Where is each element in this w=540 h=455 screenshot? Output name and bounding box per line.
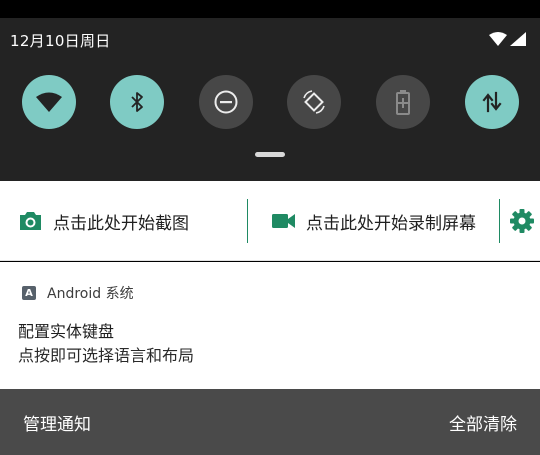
manage-notifications-button[interactable]: 管理通知: [23, 410, 91, 435]
gear-icon: [510, 209, 534, 233]
wifi-signal-icon: [489, 32, 507, 46]
notification-card[interactable]: A Android 系统 配置实体键盘 点按即可选择语言和布局: [0, 262, 540, 389]
video-camera-icon: [272, 214, 295, 228]
drag-handle[interactable]: [255, 152, 285, 157]
auto-rotate-icon: [303, 90, 325, 114]
screenshot-action[interactable]: 点击此处开始截图: [18, 181, 189, 261]
screen-record-label: 点击此处开始录制屏幕: [306, 213, 476, 234]
divider: [499, 199, 500, 243]
date-label: 12月10日周日: [10, 32, 111, 50]
screenshot-label: 点击此处开始截图: [53, 213, 189, 234]
notification-header: A Android 系统: [22, 283, 134, 303]
bluetooth-icon: [131, 92, 143, 112]
app-name: Android 系统: [47, 286, 134, 302]
divider: [247, 199, 248, 243]
wifi-tile[interactable]: [22, 75, 76, 129]
do-not-disturb-tile[interactable]: [199, 75, 253, 129]
battery-saver-tile[interactable]: [376, 75, 430, 129]
cell-signal-icon: [510, 32, 526, 46]
android-app-icon: A: [22, 286, 36, 300]
clear-all-button[interactable]: 全部清除: [449, 410, 517, 435]
notification-footer: 管理通知 全部清除: [0, 389, 540, 455]
auto-rotate-tile[interactable]: [287, 75, 341, 129]
do-not-disturb-icon: [214, 90, 238, 114]
top-edge: [0, 0, 540, 18]
screen-record-action[interactable]: 点击此处开始录制屏幕: [271, 181, 476, 261]
wifi-icon: [36, 92, 62, 112]
mobile-data-tile[interactable]: [465, 75, 519, 129]
notification-body: 点按即可选择语言和布局: [18, 346, 195, 365]
bluetooth-tile[interactable]: [110, 75, 164, 129]
mobile-data-icon: [482, 91, 502, 113]
battery-saver-icon: [396, 90, 410, 115]
screen-actions-row: 点击此处开始截图 点击此处开始录制屏幕: [0, 181, 540, 261]
status-icons: [488, 31, 528, 47]
settings-button[interactable]: [509, 181, 535, 261]
notification-title: 配置实体键盘: [18, 322, 115, 341]
camera-icon: [20, 212, 41, 230]
quick-settings-panel: 12月10日周日: [0, 18, 540, 181]
